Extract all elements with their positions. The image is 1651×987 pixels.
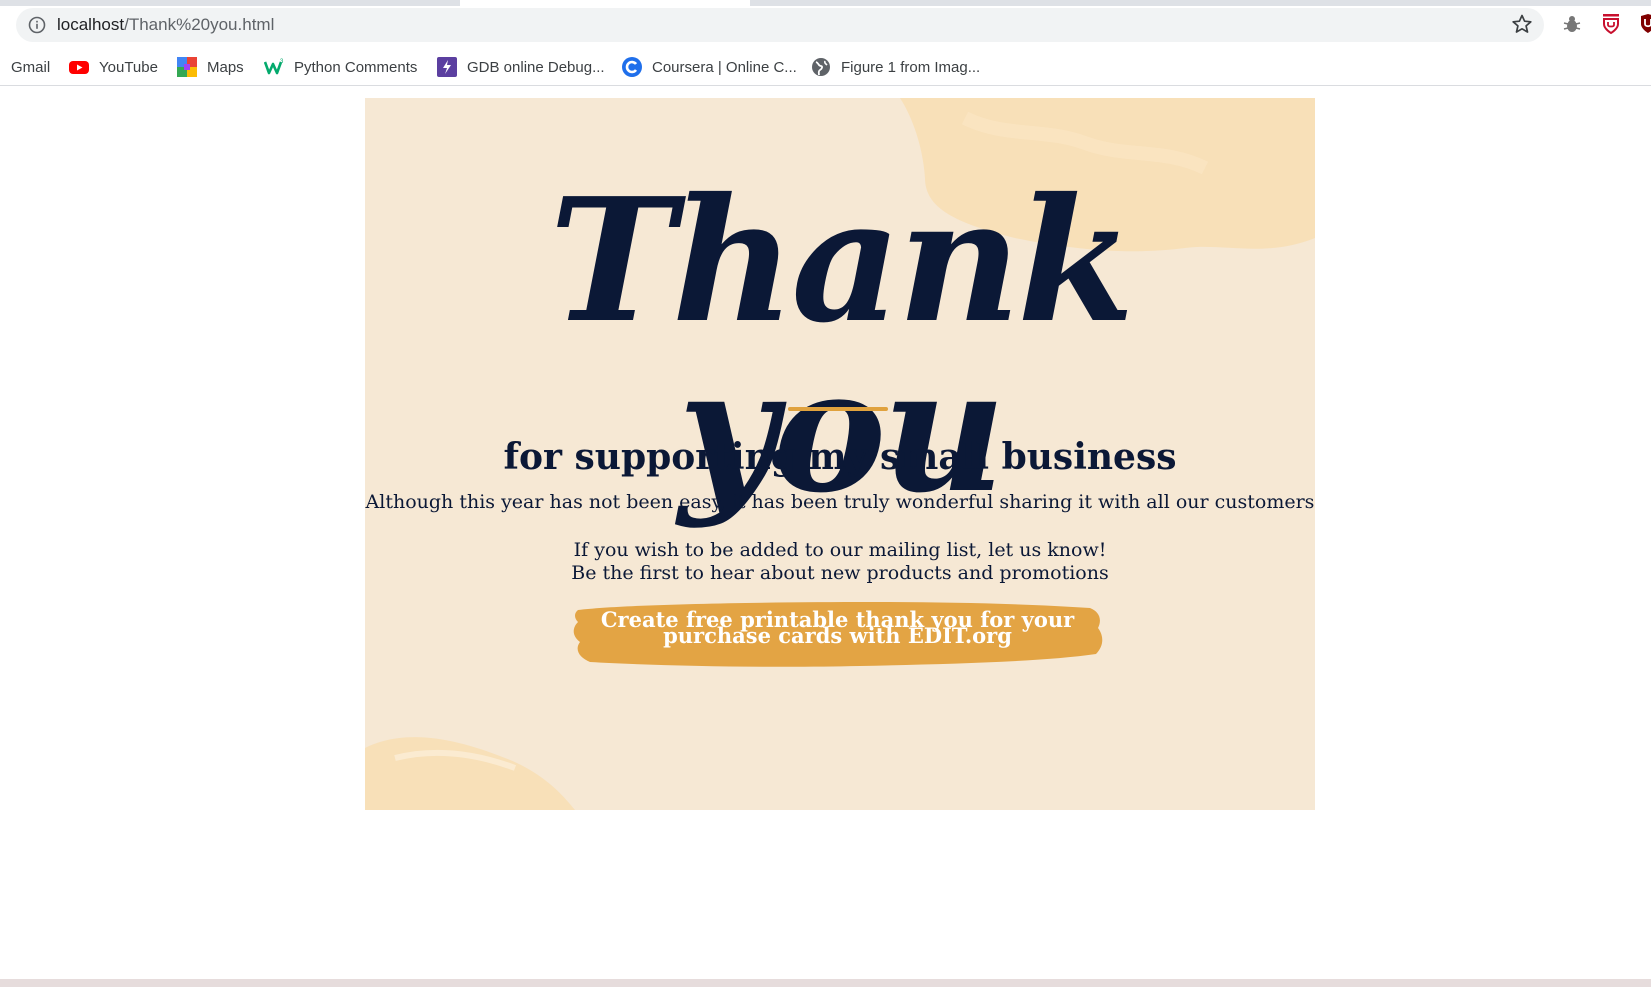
url-path: /Thank%20you.html <box>124 15 275 34</box>
bookmark-label: Coursera | Online C... <box>652 58 797 76</box>
bookmark-label: Python Comments <box>294 58 418 76</box>
accent-divider <box>788 407 888 411</box>
bookmark-figure1[interactable]: Figure 1 from Imag... <box>811 54 980 80</box>
bookmark-maps[interactable]: Maps <box>177 54 244 80</box>
bookmarks-bar: Gmail YouTube Maps 3 Python Comments GDB… <box>0 48 1651 86</box>
card-message: Although this year has not been easy, it… <box>365 491 1315 513</box>
info-icon[interactable] <box>28 16 46 34</box>
bookmark-label: Maps <box>207 58 244 76</box>
thank-you-card: Thank you for supporting my small busine… <box>365 98 1315 810</box>
active-tab-edge[interactable] <box>460 0 750 6</box>
promotions-text: Be the first to hear about new products … <box>571 562 1109 584</box>
page-viewport: Thank you for supporting my small busine… <box>0 87 1651 979</box>
bookmark-label: Gmail <box>11 58 51 76</box>
window-bottom-edge <box>0 979 1651 987</box>
shield-extension-icon[interactable] <box>1601 13 1621 35</box>
gdb-icon <box>437 57 457 77</box>
bookmark-label: Figure 1 from Imag... <box>841 58 981 76</box>
globe-icon <box>812 58 830 76</box>
ublock-extension-icon[interactable] <box>1638 13 1651 35</box>
bug-extension-icon[interactable] <box>1561 13 1583 35</box>
bookmark-python-comments[interactable]: 3 Python Comments <box>264 54 417 80</box>
w3schools-icon: 3 <box>264 59 284 75</box>
bookmark-gmail[interactable]: Gmail <box>11 54 50 80</box>
bookmark-youtube[interactable]: YouTube <box>69 54 158 80</box>
bookmark-gdb-online[interactable]: GDB online Debug... <box>437 54 605 80</box>
edit-org-cta-button[interactable]: Create free printable thank you for your… <box>570 598 1105 670</box>
cta-label: Create free printable thank you for your… <box>570 609 1105 646</box>
bookmark-label: GDB online Debug... <box>467 58 605 76</box>
browser-toolbar: localhost/Thank%20you.html <box>0 0 1651 48</box>
tab-strip <box>0 0 1651 6</box>
maps-icon <box>177 57 197 77</box>
bookmark-label: YouTube <box>99 58 158 76</box>
coursera-icon <box>622 57 642 77</box>
bookmark-coursera[interactable]: Coursera | Online C... <box>622 54 797 80</box>
card-subtitle: for supporting my small business <box>503 436 1177 478</box>
mailing-list-text: If you wish to be added to our mailing l… <box>573 539 1107 561</box>
svg-text:3: 3 <box>280 59 284 65</box>
url-host: localhost <box>57 15 125 34</box>
url-text[interactable]: localhost/Thank%20you.html <box>57 15 274 35</box>
youtube-icon <box>69 61 89 74</box>
star-icon[interactable] <box>1511 13 1533 35</box>
